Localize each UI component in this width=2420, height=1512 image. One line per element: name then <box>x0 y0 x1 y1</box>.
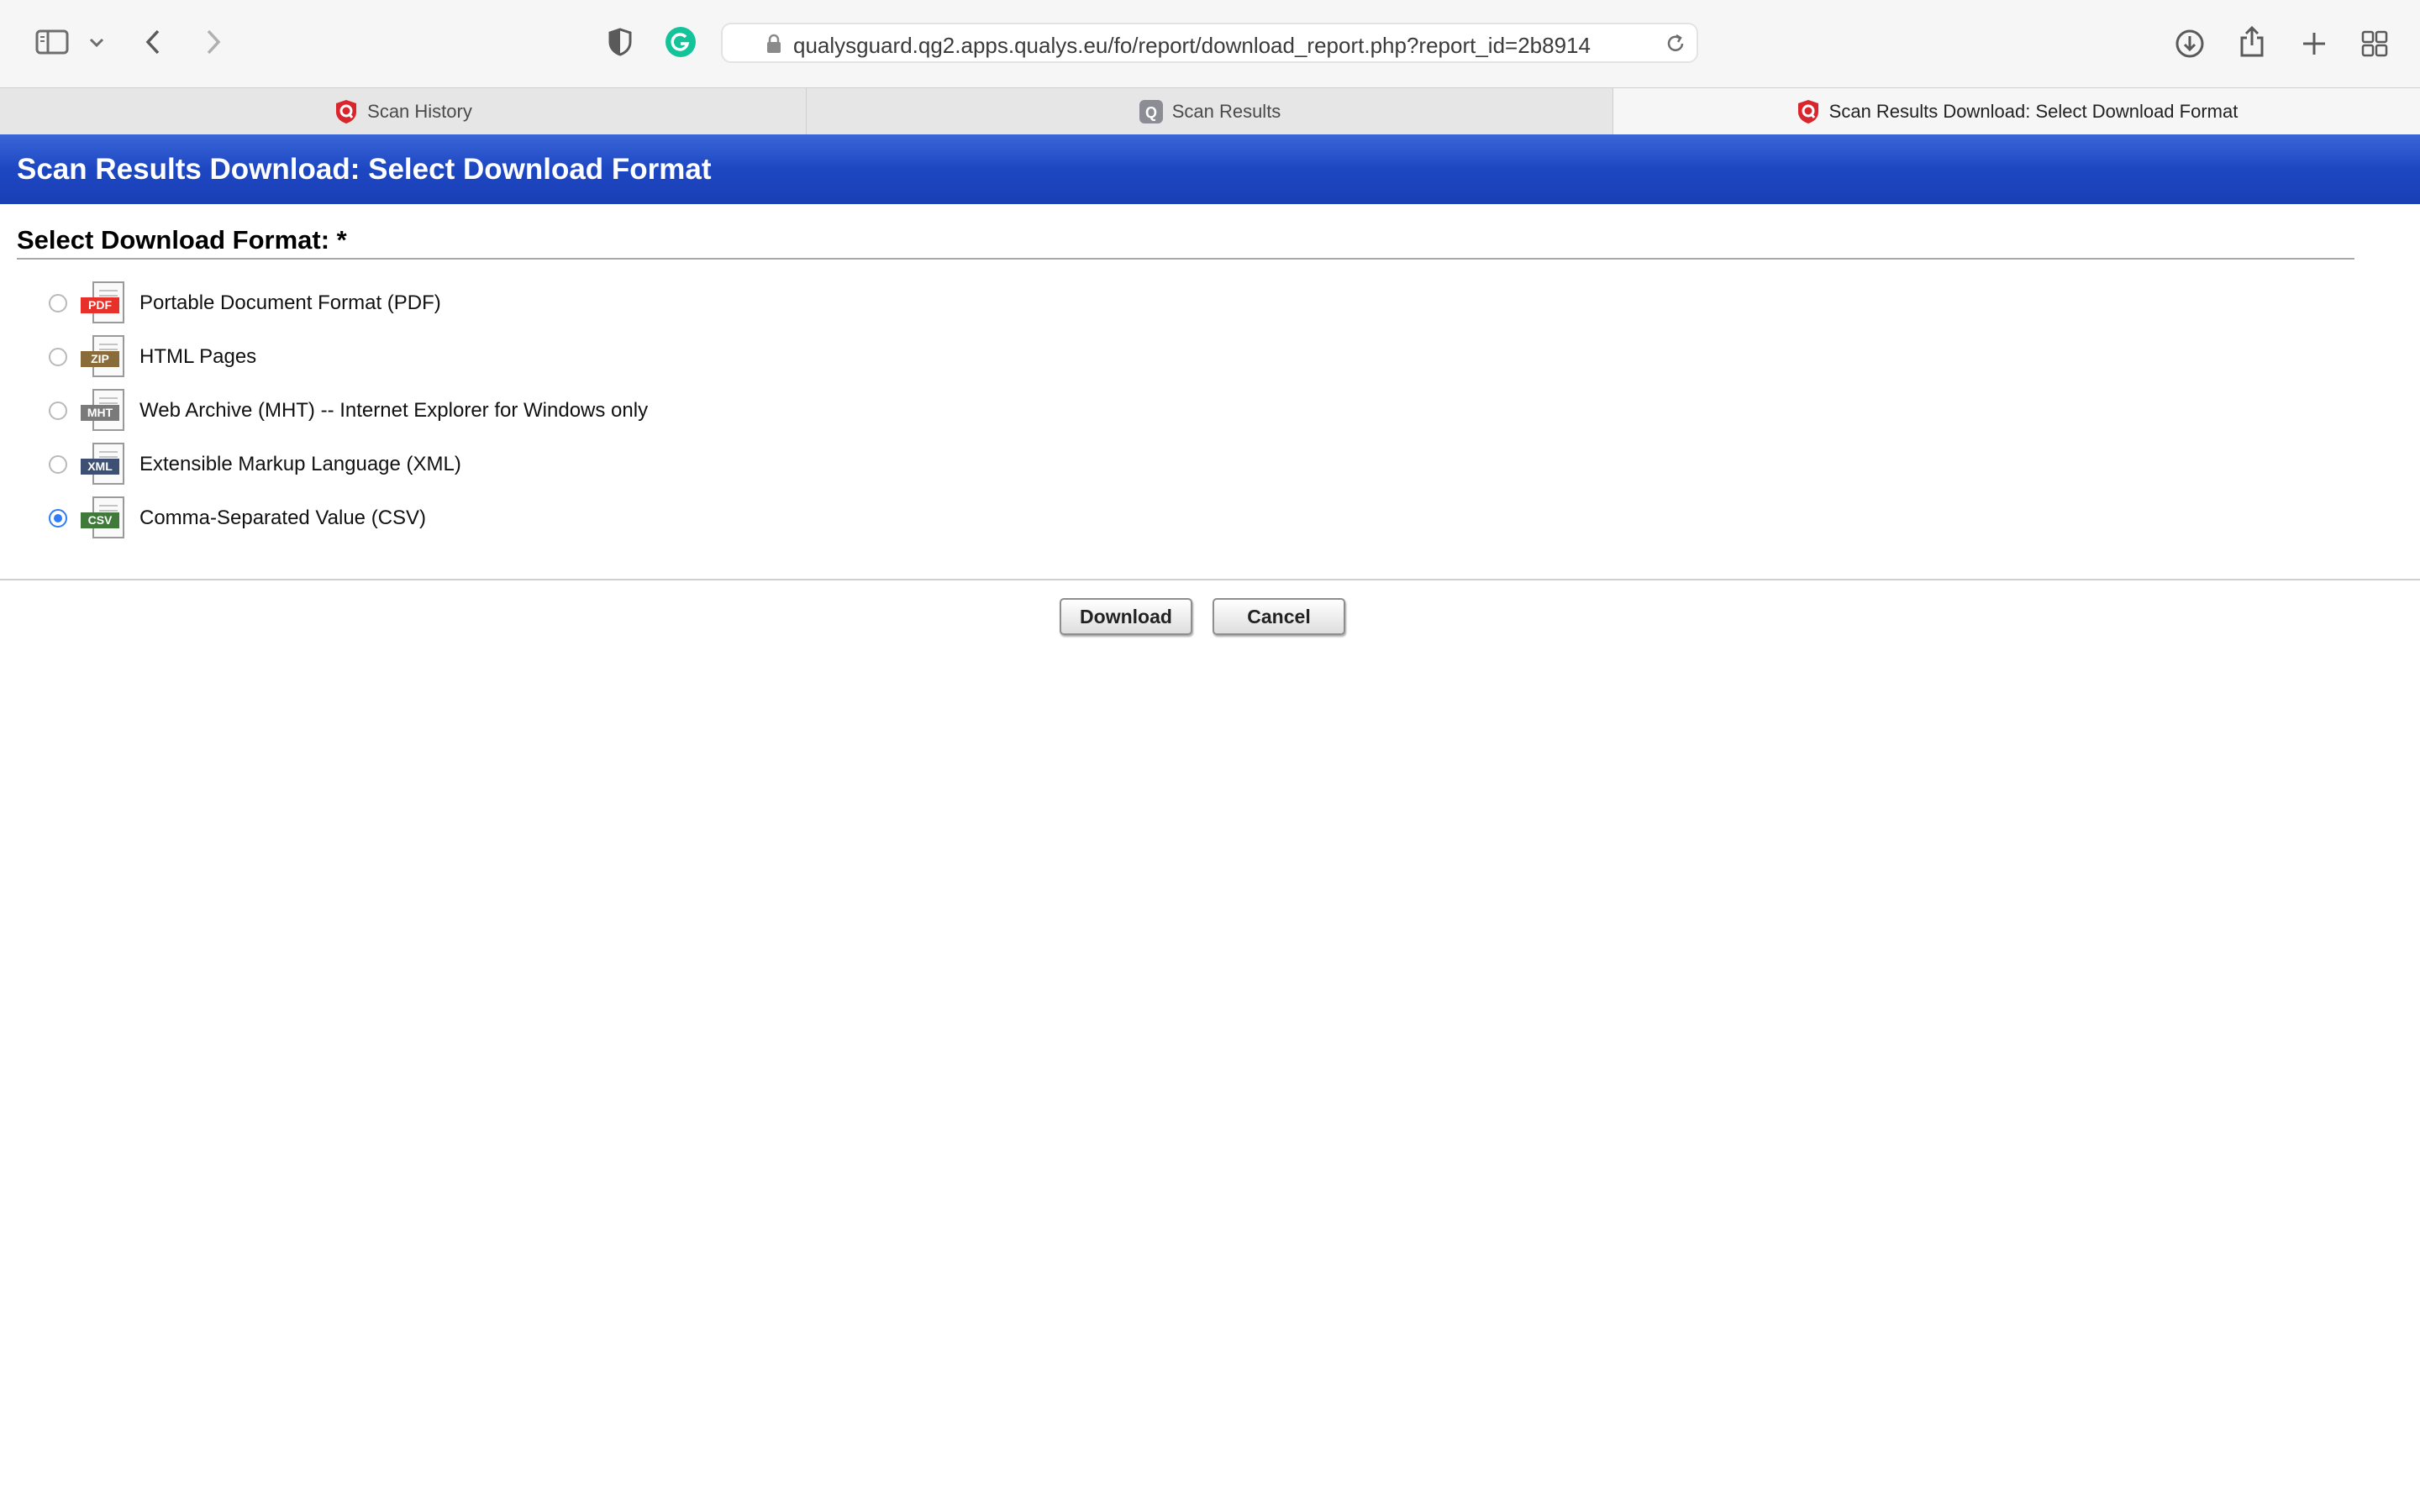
format-label: Web Archive (MHT) -- Internet Explorer f… <box>139 399 649 422</box>
format-radio-mht[interactable] <box>49 402 67 420</box>
mht-file-icon: MHT <box>81 389 128 433</box>
page-title: Scan Results Download: Select Download F… <box>17 152 712 186</box>
sidebar-toggle-icon[interactable] <box>32 25 72 59</box>
reload-icon[interactable] <box>1665 33 1686 59</box>
new-tab-plus-icon[interactable] <box>2296 25 2333 62</box>
grammarly-extension-icon[interactable] <box>664 25 697 59</box>
format-label: HTML Pages <box>139 345 257 368</box>
back-arrow-icon[interactable] <box>136 25 170 59</box>
section-divider <box>17 258 2354 260</box>
share-icon[interactable] <box>2233 24 2270 60</box>
format-option-xml[interactable]: XML Extensible Markup Language (XML) <box>49 441 461 488</box>
chevron-down-icon[interactable] <box>84 30 109 55</box>
format-option-pdf[interactable]: PDF Portable Document Format (PDF) <box>49 280 441 327</box>
tab-label: Scan Results Download: Select Download F… <box>1828 101 2238 122</box>
tab-scan-results[interactable]: Q Scan Results <box>807 88 1613 135</box>
tab-label: Scan Results <box>1171 101 1281 122</box>
section-title: Select Download Format: * <box>17 225 347 255</box>
lock-icon <box>766 34 781 58</box>
forward-arrow-icon[interactable] <box>197 25 230 59</box>
tab-scan-history[interactable]: Scan History <box>0 88 807 135</box>
format-radio-csv[interactable] <box>49 509 67 528</box>
format-option-mht[interactable]: MHT Web Archive (MHT) -- Internet Explor… <box>49 387 648 434</box>
privacy-shield-icon[interactable] <box>603 25 637 59</box>
tab-scan-results-download[interactable]: Scan Results Download: Select Download F… <box>1613 88 2420 135</box>
format-radio-html[interactable] <box>49 348 67 366</box>
address-bar[interactable]: qualysguard.qg2.apps.qualys.eu/fo/report… <box>721 23 1698 63</box>
qualys-shield-icon <box>1796 99 1821 124</box>
csv-file-icon: CSV <box>81 496 128 540</box>
footer-divider <box>0 579 2420 580</box>
tab-bar: Scan History Q Scan Results Scan Results… <box>0 87 2420 135</box>
url-text: qualysguard.qg2.apps.qualys.eu/fo/report… <box>793 33 1591 58</box>
format-option-html[interactable]: ZIP HTML Pages <box>49 333 256 381</box>
tab-overview-grid-icon[interactable] <box>2356 25 2393 62</box>
format-radio-xml[interactable] <box>49 455 67 474</box>
browser-toolbar: qualysguard.qg2.apps.qualys.eu/fo/report… <box>0 0 2420 87</box>
zip-file-icon: ZIP <box>81 335 128 379</box>
qualys-shield-icon <box>334 99 359 124</box>
format-option-csv[interactable]: CSV Comma-Separated Value (CSV) <box>49 495 426 542</box>
tab-label: Scan History <box>367 101 472 122</box>
page-header: Scan Results Download: Select Download F… <box>0 134 2420 204</box>
downloads-icon[interactable] <box>2171 25 2208 62</box>
cancel-button[interactable]: Cancel <box>1213 598 1345 635</box>
format-label: Comma-Separated Value (CSV) <box>139 507 427 529</box>
format-label: Portable Document Format (PDF) <box>139 291 441 314</box>
xml-file-icon: XML <box>81 443 128 486</box>
format-radio-pdf[interactable] <box>49 294 67 312</box>
format-label: Extensible Markup Language (XML) <box>139 453 461 475</box>
svg-text:Q: Q <box>1145 104 1157 121</box>
pdf-file-icon: PDF <box>81 281 128 325</box>
download-button[interactable]: Download <box>1060 598 1192 635</box>
qualys-gray-icon: Q <box>1139 99 1164 124</box>
